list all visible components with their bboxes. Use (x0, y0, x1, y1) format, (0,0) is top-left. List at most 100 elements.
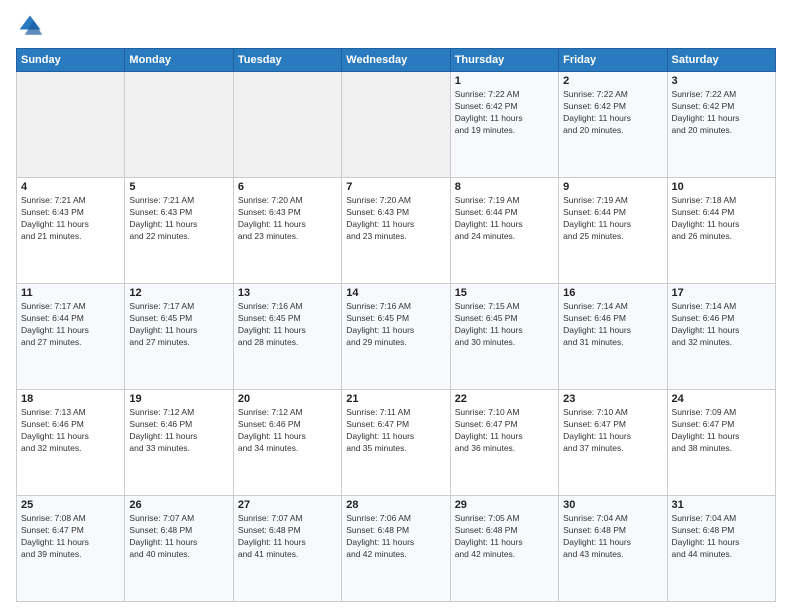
day-info: Sunrise: 7:20 AM Sunset: 6:43 PM Dayligh… (346, 195, 445, 243)
day-info: Sunrise: 7:18 AM Sunset: 6:44 PM Dayligh… (672, 195, 771, 243)
day-number: 11 (21, 287, 120, 299)
calendar-header: SundayMondayTuesdayWednesdayThursdayFrid… (17, 49, 776, 72)
day-info: Sunrise: 7:04 AM Sunset: 6:48 PM Dayligh… (563, 513, 662, 561)
calendar-cell: 13Sunrise: 7:16 AM Sunset: 6:45 PM Dayli… (233, 284, 341, 390)
day-number: 6 (238, 181, 337, 193)
day-info: Sunrise: 7:17 AM Sunset: 6:45 PM Dayligh… (129, 301, 228, 349)
day-number: 22 (455, 393, 554, 405)
calendar-cell: 17 Sunrise: 7:14 AM Sunset: 6:46 PM Dayli… (667, 284, 775, 390)
calendar-cell: 2 Sunrise: 7:22 AM Sunset: 6:42 PM Daylig… (559, 72, 667, 178)
calendar-cell: 8 Sunrise: 7:19 AM Sunset: 6:44 PM Daylig… (450, 178, 558, 284)
calendar-cell: 4 Sunrise: 7:21 AM Sunset: 6:43 PM Daylig… (17, 178, 125, 284)
calendar-cell: 18Sunrise: 7:13 AM Sunset: 6:46 PM Dayli… (17, 390, 125, 496)
day-number: 7 (346, 181, 445, 193)
day-info: Sunrise: 7:19 AM Sunset: 6:44 PM Dayligh… (455, 195, 554, 243)
weekday-monday: Monday (125, 49, 233, 72)
day-number: 17 (672, 287, 771, 299)
day-info: Sunrise: 7:15 AM Sunset: 6:45 PM Dayligh… (455, 301, 554, 349)
day-info: Sunrise: 7:21 AM Sunset: 6:43 PM Dayligh… (129, 195, 228, 243)
calendar-week-1: 1 Sunrise: 7:22 AM Sunset: 6:42 PM Daylig… (17, 72, 776, 178)
day-info: Sunrise: 7:14 AM Sunset: 6:46 PM Dayligh… (563, 301, 662, 349)
day-info: Sunrise: 7:20 AM Sunset: 6:43 PM Dayligh… (238, 195, 337, 243)
day-info: Sunrise: 7:05 AM Sunset: 6:48 PM Dayligh… (455, 513, 554, 561)
day-info: Sunrise: 7:13 AM Sunset: 6:46 PM Dayligh… (21, 407, 120, 455)
calendar-cell: 23Sunrise: 7:10 AM Sunset: 6:47 PM Dayli… (559, 390, 667, 496)
day-number: 21 (346, 393, 445, 405)
day-number: 4 (21, 181, 120, 193)
day-number: 2 (563, 75, 662, 87)
day-number: 10 (672, 181, 771, 193)
calendar-week-2: 4 Sunrise: 7:21 AM Sunset: 6:43 PM Daylig… (17, 178, 776, 284)
calendar-cell (17, 72, 125, 178)
day-info: Sunrise: 7:22 AM Sunset: 6:42 PM Dayligh… (455, 89, 554, 137)
calendar-cell: 26 Sunrise: 7:07 AM Sunset: 6:48 PM Dayli… (125, 496, 233, 602)
day-number: 1 (455, 75, 554, 87)
logo (16, 12, 48, 40)
calendar-cell: 12 Sunrise: 7:17 AM Sunset: 6:45 PM Dayli… (125, 284, 233, 390)
day-number: 25 (21, 499, 120, 511)
calendar-cell: 30 Sunrise: 7:04 AM Sunset: 6:48 PM Dayli… (559, 496, 667, 602)
day-number: 14 (346, 287, 445, 299)
day-number: 29 (455, 499, 554, 511)
day-info: Sunrise: 7:22 AM Sunset: 6:42 PM Dayligh… (672, 89, 771, 137)
calendar-cell (342, 72, 450, 178)
day-number: 3 (672, 75, 771, 87)
calendar-week-4: 18Sunrise: 7:13 AM Sunset: 6:46 PM Dayli… (17, 390, 776, 496)
day-number: 20 (238, 393, 337, 405)
calendar-week-3: 11 Sunrise: 7:17 AM Sunset: 6:44 PM Dayli… (17, 284, 776, 390)
day-info: Sunrise: 7:16 AM Sunset: 6:45 PM Dayligh… (346, 301, 445, 349)
calendar-cell: 11 Sunrise: 7:17 AM Sunset: 6:44 PM Dayli… (17, 284, 125, 390)
day-number: 26 (129, 499, 228, 511)
day-number: 15 (455, 287, 554, 299)
weekday-sunday: Sunday (17, 49, 125, 72)
calendar-cell: 3 Sunrise: 7:22 AM Sunset: 6:42 PM Daylig… (667, 72, 775, 178)
calendar-cell: 7 Sunrise: 7:20 AM Sunset: 6:43 PM Daylig… (342, 178, 450, 284)
calendar-cell: 19Sunrise: 7:12 AM Sunset: 6:46 PM Dayli… (125, 390, 233, 496)
calendar-cell (125, 72, 233, 178)
day-info: Sunrise: 7:06 AM Sunset: 6:48 PM Dayligh… (346, 513, 445, 561)
day-info: Sunrise: 7:17 AM Sunset: 6:44 PM Dayligh… (21, 301, 120, 349)
day-number: 9 (563, 181, 662, 193)
day-info: Sunrise: 7:10 AM Sunset: 6:47 PM Dayligh… (455, 407, 554, 455)
day-number: 5 (129, 181, 228, 193)
calendar-week-5: 25Sunrise: 7:08 AM Sunset: 6:47 PM Dayli… (17, 496, 776, 602)
day-info: Sunrise: 7:19 AM Sunset: 6:44 PM Dayligh… (563, 195, 662, 243)
day-info: Sunrise: 7:14 AM Sunset: 6:46 PM Dayligh… (672, 301, 771, 349)
day-info: Sunrise: 7:12 AM Sunset: 6:46 PM Dayligh… (238, 407, 337, 455)
day-info: Sunrise: 7:07 AM Sunset: 6:48 PM Dayligh… (129, 513, 228, 561)
calendar-cell: 29 Sunrise: 7:05 AM Sunset: 6:48 PM Dayli… (450, 496, 558, 602)
weekday-tuesday: Tuesday (233, 49, 341, 72)
weekday-wednesday: Wednesday (342, 49, 450, 72)
day-number: 12 (129, 287, 228, 299)
page: SundayMondayTuesdayWednesdayThursdayFrid… (0, 0, 792, 612)
calendar-cell: 27 Sunrise: 7:07 AM Sunset: 6:48 PM Dayli… (233, 496, 341, 602)
day-number: 23 (563, 393, 662, 405)
day-number: 30 (563, 499, 662, 511)
day-info: Sunrise: 7:07 AM Sunset: 6:48 PM Dayligh… (238, 513, 337, 561)
weekday-friday: Friday (559, 49, 667, 72)
day-info: Sunrise: 7:16 AM Sunset: 6:45 PM Dayligh… (238, 301, 337, 349)
day-info: Sunrise: 7:21 AM Sunset: 6:43 PM Dayligh… (21, 195, 120, 243)
day-info: Sunrise: 7:09 AM Sunset: 6:47 PM Dayligh… (672, 407, 771, 455)
logo-icon (16, 12, 44, 40)
day-info: Sunrise: 7:22 AM Sunset: 6:42 PM Dayligh… (563, 89, 662, 137)
calendar-cell: 14 Sunrise: 7:16 AM Sunset: 6:45 PM Dayli… (342, 284, 450, 390)
day-number: 19 (129, 393, 228, 405)
day-info: Sunrise: 7:11 AM Sunset: 6:47 PM Dayligh… (346, 407, 445, 455)
day-number: 24 (672, 393, 771, 405)
calendar-cell: 25Sunrise: 7:08 AM Sunset: 6:47 PM Dayli… (17, 496, 125, 602)
calendar-cell: 10 Sunrise: 7:18 AM Sunset: 6:44 PM Dayli… (667, 178, 775, 284)
day-number: 8 (455, 181, 554, 193)
calendar-cell: 9 Sunrise: 7:19 AM Sunset: 6:44 PM Daylig… (559, 178, 667, 284)
calendar-cell: 24 Sunrise: 7:09 AM Sunset: 6:47 PM Dayli… (667, 390, 775, 496)
day-number: 28 (346, 499, 445, 511)
day-number: 16 (563, 287, 662, 299)
calendar-cell: 21 Sunrise: 7:11 AM Sunset: 6:47 PM Dayli… (342, 390, 450, 496)
calendar-cell: 5 Sunrise: 7:21 AM Sunset: 6:43 PM Daylig… (125, 178, 233, 284)
day-number: 27 (238, 499, 337, 511)
weekday-header-row: SundayMondayTuesdayWednesdayThursdayFrid… (17, 49, 776, 72)
calendar-cell: 31Sunrise: 7:04 AM Sunset: 6:48 PM Dayli… (667, 496, 775, 602)
calendar-cell: 15 Sunrise: 7:15 AM Sunset: 6:45 PM Dayli… (450, 284, 558, 390)
weekday-saturday: Saturday (667, 49, 775, 72)
calendar-cell: 20 Sunrise: 7:12 AM Sunset: 6:46 PM Dayli… (233, 390, 341, 496)
